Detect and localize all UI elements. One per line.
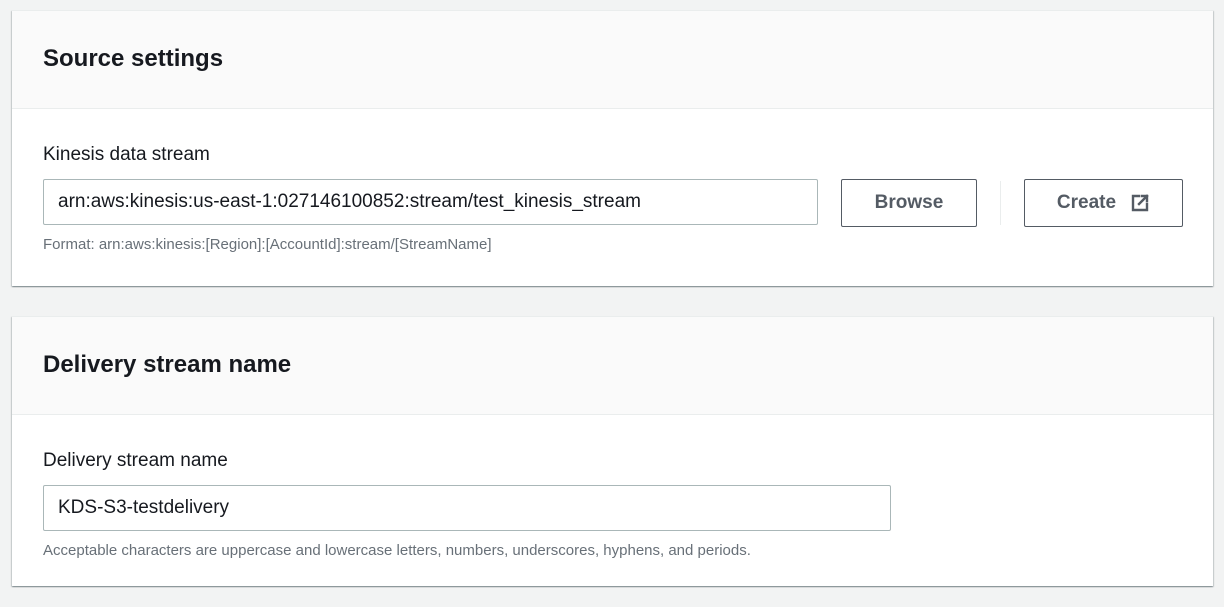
delivery-stream-header: Delivery stream name [12, 317, 1213, 415]
button-divider [1000, 181, 1001, 225]
kinesis-stream-input[interactable] [43, 179, 818, 225]
source-settings-panel: Source settings Kinesis data stream Brow… [12, 10, 1213, 286]
external-link-icon [1130, 193, 1150, 213]
delivery-stream-name-input[interactable] [43, 485, 891, 531]
create-button[interactable]: Create [1024, 179, 1183, 227]
delivery-stream-name-hint: Acceptable characters are uppercase and … [43, 542, 751, 559]
source-settings-header: Source settings [12, 11, 1213, 109]
kinesis-stream-label: Kinesis data stream [43, 144, 210, 165]
delivery-stream-name-label: Delivery stream name [43, 450, 228, 471]
stream-format-hint: Format: arn:aws:kinesis:[Region]:[Accoun… [43, 236, 492, 253]
source-settings-title: Source settings [43, 45, 224, 72]
delivery-stream-title: Delivery stream name [43, 351, 292, 378]
delivery-stream-panel: Delivery stream name Delivery stream nam… [12, 316, 1213, 586]
browse-button[interactable]: Browse [841, 179, 977, 227]
create-button-label: Create [1056, 192, 1117, 213]
